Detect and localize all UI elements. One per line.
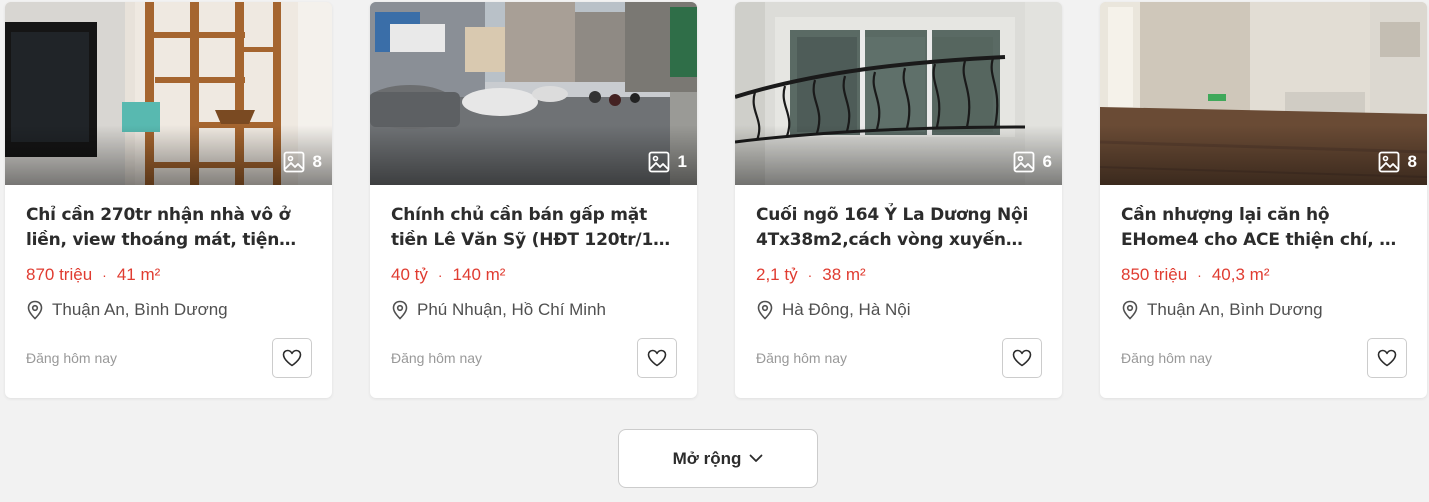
listing-price: 850 triệu [1121, 265, 1188, 284]
listing-card[interactable]: 8 Chỉ cần 270tr nhận nhà vô ở liền, view… [5, 2, 332, 398]
listing-price-area: 850 triệu · 40,3 m² [1121, 265, 1406, 285]
image-icon [1013, 151, 1034, 173]
listing-location: Thuận An, Bình Dương [1121, 300, 1406, 320]
listing-price: 870 triệu [26, 265, 93, 284]
location-pin-icon [757, 300, 773, 320]
listing-price-area: 2,1 tỷ · 38 m² [756, 265, 1041, 285]
listing-photo[interactable]: 8 [5, 2, 332, 185]
location-pin-icon [392, 300, 408, 320]
location-text: Phú Nhuận, Hồ Chí Minh [417, 300, 606, 319]
posted-date: Đăng hôm nay [1121, 350, 1213, 366]
listing-location: Hà Đông, Hà Nội [756, 300, 1041, 320]
chevron-down-icon [749, 454, 763, 462]
posted-date: Đăng hôm nay [391, 350, 483, 366]
posted-date: Đăng hôm nay [756, 350, 848, 366]
save-favorite-button[interactable] [1367, 338, 1407, 378]
heart-icon [1377, 349, 1397, 367]
photo-count-badge: 6 [1013, 151, 1052, 173]
listing-area: 40,3 m² [1211, 265, 1270, 284]
load-more-label: Mở rộng [672, 448, 742, 468]
photo-count-badge: 8 [1378, 151, 1417, 173]
load-more-button[interactable]: Mở rộng [618, 429, 818, 488]
heart-icon [1012, 349, 1032, 367]
listing-title[interactable]: Chỉ cần 270tr nhận nhà vô ở liền, view t… [26, 203, 311, 253]
listing-photo[interactable]: 6 [735, 2, 1062, 185]
photo-count: 6 [1042, 152, 1052, 171]
save-favorite-button[interactable] [1002, 338, 1042, 378]
location-text: Thuận An, Bình Dương [1147, 300, 1323, 319]
photo-count-badge: 8 [283, 151, 322, 173]
separator-dot: · [437, 267, 443, 283]
location-pin-icon [27, 300, 43, 320]
listing-price-area: 870 triệu · 41 m² [26, 265, 311, 285]
listing-photo[interactable]: 1 [370, 2, 697, 185]
image-icon [1378, 151, 1399, 173]
listing-area: 38 m² [822, 265, 866, 284]
separator-dot: · [1197, 267, 1202, 283]
photo-count: 8 [1407, 152, 1417, 171]
separator-dot: · [807, 267, 813, 283]
listing-card[interactable]: 8 Cần nhượng lại căn hộ EHome4 cho ACE t… [1100, 2, 1427, 398]
listing-location: Thuận An, Bình Dương [26, 300, 311, 320]
listing-price: 2,1 tỷ [756, 265, 798, 284]
photo-count: 1 [677, 152, 687, 171]
heart-icon [647, 349, 667, 367]
location-text: Hà Đông, Hà Nội [782, 300, 911, 319]
listing-title[interactable]: Chính chủ cần bán gấp mặt tiền Lê Văn Sỹ… [391, 203, 676, 253]
listing-price-area: 40 tỷ · 140 m² [391, 265, 676, 285]
save-favorite-button[interactable] [637, 338, 677, 378]
photo-count-badge: 1 [648, 151, 687, 173]
listing-price: 40 tỷ [391, 265, 428, 284]
heart-icon [282, 349, 302, 367]
listing-title[interactable]: Cần nhượng lại căn hộ EHome4 cho ACE thi… [1121, 203, 1406, 253]
image-icon [283, 151, 304, 173]
listing-area: 140 m² [452, 265, 506, 284]
save-favorite-button[interactable] [272, 338, 312, 378]
listing-title[interactable]: Cuối ngõ 164 Ỷ La Dương Nội 4Tx38m2,cách… [756, 203, 1041, 253]
location-pin-icon [1122, 300, 1138, 320]
image-icon [648, 151, 669, 173]
posted-date: Đăng hôm nay [26, 350, 118, 366]
listing-card[interactable]: 1 Chính chủ cần bán gấp mặt tiền Lê Văn … [370, 2, 697, 398]
photo-count: 8 [312, 152, 322, 171]
separator-dot: · [102, 267, 107, 283]
listing-photo[interactable]: 8 [1100, 2, 1427, 185]
listing-card[interactable]: 6 Cuối ngõ 164 Ỷ La Dương Nội 4Tx38m2,cá… [735, 2, 1062, 398]
listing-area: 41 m² [116, 265, 161, 284]
listing-row: 8 Chỉ cần 270tr nhận nhà vô ở liền, view… [0, 0, 1429, 420]
location-text: Thuận An, Bình Dương [52, 300, 228, 319]
listing-location: Phú Nhuận, Hồ Chí Minh [391, 300, 676, 320]
